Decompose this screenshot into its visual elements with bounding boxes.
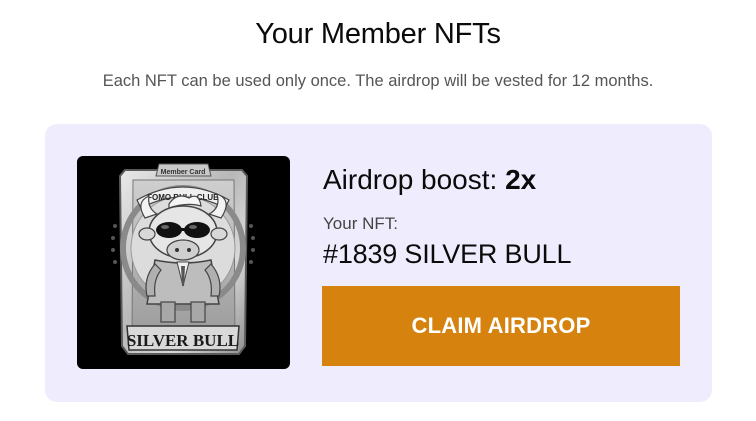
card-header-text: Member Card — [161, 169, 206, 176]
silver-bull-card-icon: Member Card FOMO BULL CLUB — [111, 163, 255, 355]
nft-image: Member Card FOMO BULL CLUB — [77, 156, 290, 369]
nft-name: #1839 SILVER BULL — [323, 239, 572, 269]
nft-card: Member Card FOMO BULL CLUB — [45, 124, 712, 402]
page-title: Your Member NFTs — [255, 18, 501, 50]
page-subtitle: Each NFT can be used only once. The aird… — [102, 72, 654, 90]
boost-value: 2x — [505, 164, 537, 195]
boost-label: Airdrop boost: — [323, 164, 506, 195]
airdrop-boost: Airdrop boost: 2x — [323, 164, 536, 196]
tier-text: SILVER BULL — [127, 331, 239, 350]
claim-airdrop-button[interactable]: CLAIM AIRDROP — [322, 286, 680, 366]
your-nft-label: Your NFT: — [323, 214, 398, 233]
